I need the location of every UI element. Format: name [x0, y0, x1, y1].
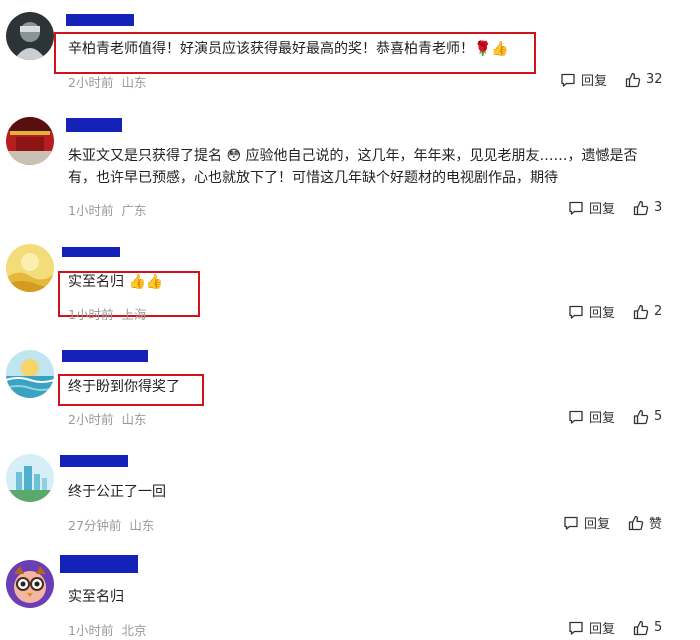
comment-location: 上海 [121, 307, 147, 322]
thumbs-up-icon [633, 304, 649, 319]
like-button[interactable]: 2 [633, 304, 662, 320]
thumbs-up-icon [625, 72, 641, 87]
user-avatar[interactable] [6, 350, 54, 398]
user-avatar[interactable] [6, 454, 54, 502]
like-button[interactable]: 5 [633, 620, 662, 636]
user-avatar[interactable] [6, 244, 54, 292]
comment-bubble-icon [569, 305, 583, 319]
comment-actions: 回复 赞 [563, 513, 662, 532]
like-button[interactable]: 5 [633, 409, 662, 425]
reply-button[interactable]: 回复 [560, 70, 607, 89]
comment-actions: 回复 32 [560, 70, 663, 89]
comment-bubble-icon [569, 410, 583, 424]
comment-location: 山东 [129, 518, 155, 533]
like-button[interactable]: 32 [625, 72, 663, 88]
comment-location: 山东 [121, 75, 147, 90]
comment-location: 广东 [121, 203, 147, 218]
comment-text-line-2: 有，也许早已预感，心也就放下了！可惜这几年缺个好题材的电视剧作品，期待 [68, 170, 558, 186]
reply-button[interactable]: 回复 [568, 198, 615, 217]
thumbs-up-icon [633, 620, 649, 635]
comment-time: 2小时前 [68, 75, 114, 90]
comment-location: 山东 [121, 412, 147, 427]
like-count: 2 [654, 304, 663, 319]
reply-button[interactable]: 回复 [568, 618, 615, 637]
comment-location: 北京 [121, 623, 147, 638]
comment-meta: 2小时前 山东 [68, 409, 146, 428]
comment-bubble-icon [564, 516, 578, 530]
like-count: 3 [654, 200, 663, 215]
user-avatar[interactable] [6, 560, 54, 608]
like-count: 5 [654, 409, 663, 424]
comment-time: 1小时前 [68, 203, 114, 218]
comment-time: 1小时前 [68, 623, 114, 638]
comment-text-line-1: 朱亚文又是只获得了提名 😳 应验他自己说的，这几年，年年来，见见老朋友……，遗憾… [68, 148, 638, 164]
comment-bubble-icon [569, 201, 583, 215]
comment-text: 辛柏青老师值得！好演员应该获得最好最高的奖！恭喜柏青老师！🌹👍 [68, 41, 509, 57]
reply-button[interactable]: 回复 [563, 513, 610, 532]
reply-label: 回复 [589, 202, 616, 217]
comment-actions: 回复 5 [568, 407, 662, 426]
thumbs-up-icon [633, 409, 649, 424]
thumbs-up-icon [633, 200, 649, 215]
comment-actions: 回复 5 [568, 618, 662, 637]
comment-meta: 1小时前 上海 [68, 304, 146, 323]
redacted-username [62, 247, 120, 257]
comment-text: 实至名归 [68, 589, 124, 605]
user-avatar[interactable] [6, 117, 54, 165]
like-count: 赞 [649, 517, 663, 532]
reply-button[interactable]: 回复 [568, 407, 615, 426]
comment-bubble-icon [569, 621, 583, 635]
redacted-username [66, 14, 134, 26]
reply-label: 回复 [581, 74, 608, 89]
like-count: 32 [646, 72, 663, 87]
reply-label: 回复 [589, 622, 616, 637]
comment-meta: 1小时前 广东 [68, 200, 146, 219]
reply-label: 回复 [584, 517, 611, 532]
reply-label: 回复 [589, 306, 616, 321]
comment-meta: 2小时前 山东 [68, 72, 146, 91]
comment-actions: 回复 3 [568, 198, 662, 217]
redacted-username [66, 118, 122, 132]
comment-time: 1小时前 [68, 307, 114, 322]
thumbs-up-icon [628, 515, 644, 530]
comment-text: 终于公正了一回 [68, 484, 166, 500]
redacted-username [60, 455, 128, 467]
redacted-username [62, 350, 148, 362]
comment-meta: 27分钟前 山东 [68, 515, 154, 534]
comment-time: 2小时前 [68, 412, 114, 427]
comment-meta: 1小时前 北京 [68, 620, 146, 639]
like-button[interactable]: 赞 [628, 513, 662, 532]
reply-button[interactable]: 回复 [568, 302, 615, 321]
reply-label: 回复 [589, 411, 616, 426]
comment-text: 实至名归 👍👍 [68, 274, 164, 290]
comment-bubble-icon [561, 73, 575, 87]
comment-actions: 回复 2 [568, 302, 662, 321]
comment-text: 终于盼到你得奖了 [68, 379, 180, 395]
comment-time: 27分钟前 [68, 518, 122, 533]
like-button[interactable]: 3 [633, 200, 662, 216]
user-avatar[interactable] [6, 12, 54, 60]
like-count: 5 [654, 620, 663, 635]
redacted-username [60, 555, 138, 573]
